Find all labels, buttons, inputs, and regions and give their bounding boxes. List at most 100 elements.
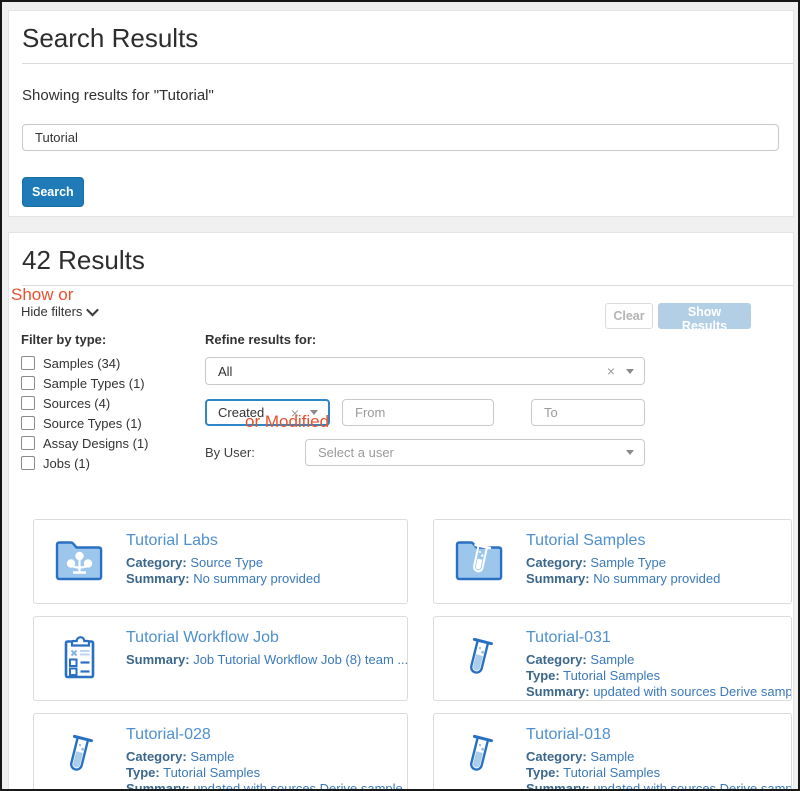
result-card: Tutorial Workflow Job Summary: Job Tutor…	[33, 616, 408, 701]
results-panel: 42 Results Show or Hide filters Clear Sh…	[8, 232, 794, 791]
filter-type-label: Assay Designs (1)	[43, 436, 148, 451]
user-filter-row: By User: Select a user	[205, 439, 645, 466]
card-field-label: Type:	[526, 668, 560, 683]
date-to-input[interactable]	[531, 399, 645, 426]
result-card-title-link[interactable]: Tutorial-028	[126, 726, 397, 744]
card-field-value: Sample	[590, 749, 634, 764]
filter-type-option: Sample Types (1)	[21, 376, 201, 390]
card-field-value: Sample Type	[590, 555, 666, 570]
card-field: Summary: updated with sources Derive sam…	[126, 781, 397, 791]
card-field-value: Sample	[590, 652, 634, 667]
filter-type-label: Samples (34)	[43, 356, 120, 371]
result-card-fields: Category: Sample Type Summary: No summar…	[526, 555, 720, 587]
caret-down-icon	[626, 450, 634, 455]
card-field-label: Type:	[126, 765, 160, 780]
hide-filters-toggle[interactable]: Hide filters	[21, 304, 97, 319]
card-field-label: Summary:	[126, 652, 190, 667]
caret-down-icon	[626, 369, 634, 374]
filter-type-option: Jobs (1)	[21, 456, 201, 470]
or-modified-annotation: or Modified	[245, 413, 329, 430]
result-card-title-link[interactable]: Tutorial Samples	[526, 532, 720, 550]
card-field: Category: Sample	[526, 749, 781, 765]
user-select-placeholder: Select a user	[318, 445, 394, 460]
card-field-value: Job Tutorial Workflow Job (8) team ...	[193, 652, 408, 667]
user-select[interactable]: Select a user	[305, 439, 645, 466]
refine-results-column: Refine results for: All × Created × or M…	[205, 332, 645, 466]
source-type-folder-icon	[44, 531, 114, 592]
result-card-fields: Category: Sample Type: Tutorial Samples …	[526, 749, 781, 791]
card-field-value: updated with sources Derive sample ...	[593, 684, 792, 699]
result-card-fields: Category: Sample Type: Tutorial Samples …	[526, 652, 781, 700]
search-input[interactable]	[22, 124, 779, 151]
result-card-title-link[interactable]: Tutorial Labs	[126, 532, 320, 550]
card-field: Summary: No summary provided	[126, 571, 320, 587]
card-field-value: Tutorial Samples	[563, 765, 660, 780]
card-field: Category: Sample	[126, 749, 397, 765]
card-field-value: No summary provided	[193, 571, 320, 586]
filter-type-label: Source Types (1)	[43, 416, 142, 431]
result-card-title-link[interactable]: Tutorial Workflow Job	[126, 629, 397, 647]
results-divider	[22, 285, 793, 286]
result-card: Tutorial Samples Category: Sample Type S…	[433, 519, 792, 604]
result-card-title-link[interactable]: Tutorial-018	[526, 726, 781, 744]
card-field-label: Summary:	[526, 684, 590, 699]
result-type-select-value: All	[218, 364, 232, 379]
card-field: Summary: Job Tutorial Workflow Job (8) t…	[126, 652, 397, 668]
show-results-button[interactable]: Show Results	[658, 303, 751, 329]
filter-type-label: Sources (4)	[43, 396, 110, 411]
filter-type-checkbox[interactable]	[21, 376, 35, 390]
result-card-title-link[interactable]: Tutorial-031	[526, 629, 781, 647]
filter-type-checkbox[interactable]	[21, 396, 35, 410]
by-user-label: By User:	[205, 445, 305, 460]
card-field: Summary: updated with sources Derive sam…	[526, 684, 781, 700]
filter-type-option: Sources (4)	[21, 396, 201, 410]
filter-by-type-column: Filter by type: Samples (34) Sample Type…	[21, 332, 201, 476]
card-field: Category: Source Type	[126, 555, 320, 571]
card-field-label: Type:	[526, 765, 560, 780]
results-card-grid: Tutorial Labs Category: Source Type Summ…	[33, 519, 792, 791]
show-or-annotation: Show or	[11, 286, 73, 303]
result-card: Tutorial-031 Category: Sample Type: Tuto…	[433, 616, 792, 701]
sample-type-folder-icon	[444, 531, 514, 592]
search-button[interactable]: Search	[22, 177, 84, 207]
card-field: Category: Sample Type	[526, 555, 720, 571]
clear-selection-icon[interactable]: ×	[607, 364, 615, 378]
filter-type-checkbox[interactable]	[21, 436, 35, 450]
filter-type-checkbox[interactable]	[21, 456, 35, 470]
page-title: Search Results	[22, 23, 780, 54]
card-field-value: updated with sources Derive sample ...	[193, 781, 408, 791]
card-field-value: Source Type	[190, 555, 263, 570]
date-from-input[interactable]	[342, 399, 494, 426]
filter-type-option: Assay Designs (1)	[21, 436, 201, 450]
showing-results-text: Showing results for "Tutorial"	[22, 87, 780, 104]
card-field: Type: Tutorial Samples	[526, 668, 781, 684]
card-field-label: Category:	[526, 652, 587, 667]
card-field-label: Category:	[526, 555, 587, 570]
result-card-fields: Category: Sample Type: Tutorial Samples …	[126, 749, 397, 791]
results-count-heading: 42 Results	[22, 245, 780, 276]
filter-type-option: Source Types (1)	[21, 416, 201, 430]
filter-type-checkbox[interactable]	[21, 356, 35, 370]
filter-type-label: Jobs (1)	[43, 456, 90, 471]
card-field-value: No summary provided	[593, 571, 720, 586]
result-card-fields: Summary: Job Tutorial Workflow Job (8) t…	[126, 652, 397, 668]
filter-type-label: Sample Types (1)	[43, 376, 145, 391]
card-field-value: Tutorial Samples	[163, 765, 260, 780]
job-clipboard-icon	[44, 628, 114, 689]
card-field-label: Summary:	[126, 781, 190, 791]
chevron-down-icon	[87, 304, 100, 317]
result-card: Tutorial Labs Category: Source Type Summ…	[33, 519, 408, 604]
card-field-value: updated with sources Derive sample ...	[593, 781, 792, 791]
card-field: Type: Tutorial Samples	[126, 765, 397, 781]
filter-type-checkbox[interactable]	[21, 416, 35, 430]
clear-button[interactable]: Clear	[605, 303, 653, 329]
card-field: Category: Sample	[526, 652, 781, 668]
sample-tube-icon	[444, 628, 514, 689]
hide-filters-label: Hide filters	[21, 304, 82, 319]
result-type-select[interactable]: All ×	[205, 357, 645, 385]
result-card: Tutorial-018 Category: Sample Type: Tuto…	[433, 713, 792, 791]
search-results-page: Search Results Showing results for "Tuto…	[0, 0, 800, 791]
result-card-fields: Category: Source Type Summary: No summar…	[126, 555, 320, 587]
card-field: Summary: updated with sources Derive sam…	[526, 781, 781, 791]
card-field-label: Summary:	[126, 571, 190, 586]
